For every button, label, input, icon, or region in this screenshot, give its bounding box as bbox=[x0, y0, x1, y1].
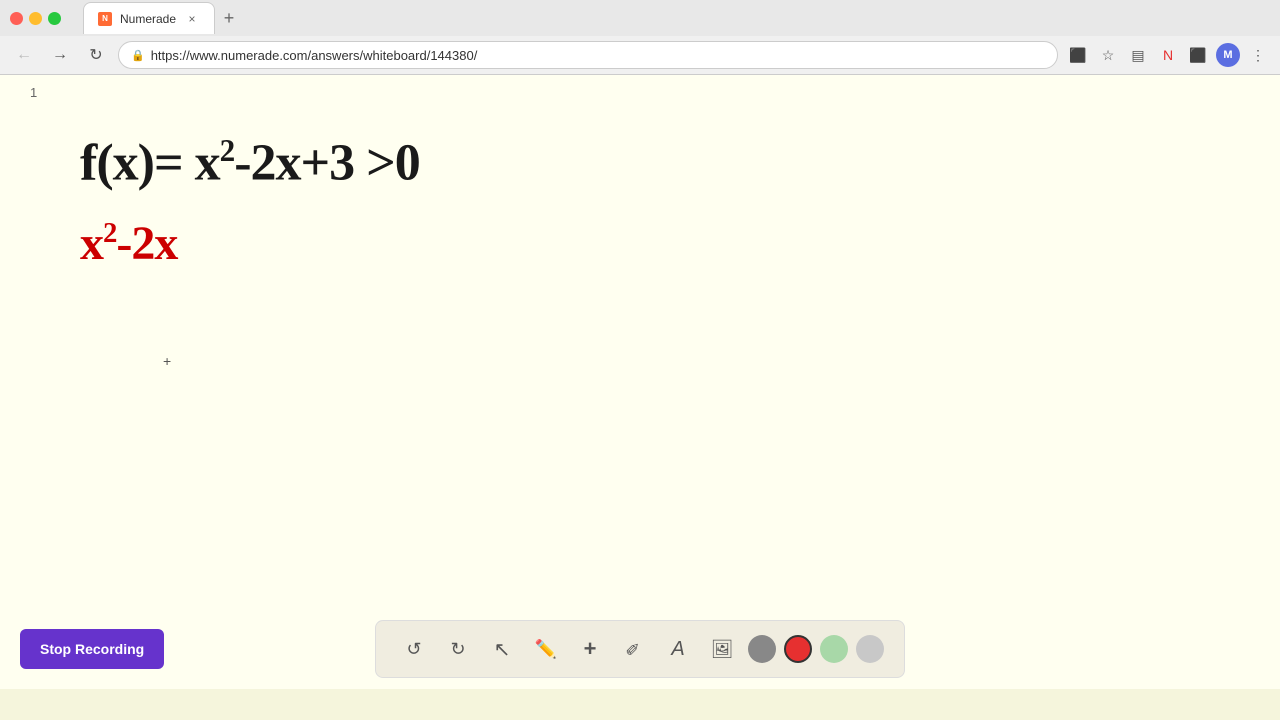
url-text: https://www.numerade.com/answers/whitebo… bbox=[151, 48, 1045, 63]
extensions-icon[interactable]: ▤ bbox=[1126, 43, 1150, 67]
color-red-button[interactable] bbox=[784, 635, 812, 663]
color-light-gray-button[interactable] bbox=[856, 635, 884, 663]
close-tab-button[interactable]: × bbox=[184, 11, 200, 27]
bookmark-icon[interactable]: ☆ bbox=[1096, 43, 1120, 67]
refresh-button[interactable]: ↻ bbox=[82, 41, 110, 69]
red-equation: x2-2x bbox=[80, 219, 420, 268]
active-tab[interactable]: N Numerade × bbox=[83, 2, 215, 34]
image-tool-button[interactable]: 🖼 bbox=[704, 631, 740, 667]
browser-toolbar-icons: ⬛ ☆ ▤ N ⬛ M ⋮ bbox=[1066, 43, 1270, 67]
numerade-extension-icon[interactable]: N bbox=[1156, 43, 1180, 67]
color-light-green-button[interactable] bbox=[820, 635, 848, 663]
address-bar: ← → ↻ 🔒 https://www.numerade.com/answers… bbox=[0, 36, 1280, 74]
minimize-window-button[interactable] bbox=[29, 12, 42, 25]
forward-button[interactable]: → bbox=[46, 41, 74, 69]
tab-title: Numerade bbox=[120, 12, 176, 26]
select-tool-button[interactable]: ↖ bbox=[484, 631, 520, 667]
text-tool-button[interactable]: A bbox=[660, 631, 696, 667]
whiteboard-area: 1 f(x)= x2-2x+3 >0 x2-2x + Stop Recordin… bbox=[0, 75, 1280, 689]
bottom-toolbar: Stop Recording ↺ ↻ ↖ ✏️ + bbox=[0, 609, 1280, 689]
close-window-button[interactable] bbox=[10, 12, 23, 25]
undo-icon: ↺ bbox=[406, 639, 421, 660]
black-equation: f(x)= x2-2x+3 >0 bbox=[80, 135, 420, 189]
maximize-window-button[interactable] bbox=[48, 12, 61, 25]
new-tab-button[interactable]: + bbox=[215, 4, 243, 32]
more-options-icon[interactable]: ⋮ bbox=[1246, 43, 1270, 67]
stop-recording-button[interactable]: Stop Recording bbox=[20, 629, 164, 669]
drawing-canvas[interactable]: f(x)= x2-2x+3 >0 x2-2x + bbox=[0, 75, 1280, 689]
pen-tool-button[interactable]: ✏️ bbox=[528, 631, 564, 667]
color-gray-button[interactable] bbox=[748, 635, 776, 663]
highlighter-tool-button[interactable]: ✏ bbox=[616, 631, 652, 667]
redo-button[interactable]: ↻ bbox=[440, 631, 476, 667]
user-avatar[interactable]: M bbox=[1216, 43, 1240, 67]
image-icon: 🖼 bbox=[711, 639, 734, 660]
add-tool-button[interactable]: + bbox=[572, 631, 608, 667]
undo-button[interactable]: ↺ bbox=[396, 631, 432, 667]
url-input[interactable]: 🔒 https://www.numerade.com/answers/white… bbox=[118, 41, 1058, 69]
text-icon: A bbox=[671, 638, 684, 661]
back-button[interactable]: ← bbox=[10, 41, 38, 69]
video-recording-icon[interactable]: ⬛ bbox=[1066, 43, 1090, 67]
tab-favicon-icon: N bbox=[98, 12, 112, 26]
drawing-tools-panel: ↺ ↻ ↖ ✏️ + ✏ A bbox=[375, 620, 905, 678]
cursor-indicator: + bbox=[163, 353, 171, 369]
redo-icon: ↻ bbox=[450, 639, 465, 660]
extra-extension-icon[interactable]: ⬛ bbox=[1186, 43, 1210, 67]
lock-icon: 🔒 bbox=[131, 49, 145, 62]
window-controls bbox=[10, 12, 61, 25]
add-icon: + bbox=[584, 636, 597, 662]
highlighter-icon: ✏ bbox=[621, 636, 647, 662]
pen-icon: ✏️ bbox=[535, 639, 557, 660]
math-content-area: f(x)= x2-2x+3 >0 x2-2x bbox=[80, 135, 420, 268]
cursor-icon: ↖ bbox=[494, 637, 511, 662]
